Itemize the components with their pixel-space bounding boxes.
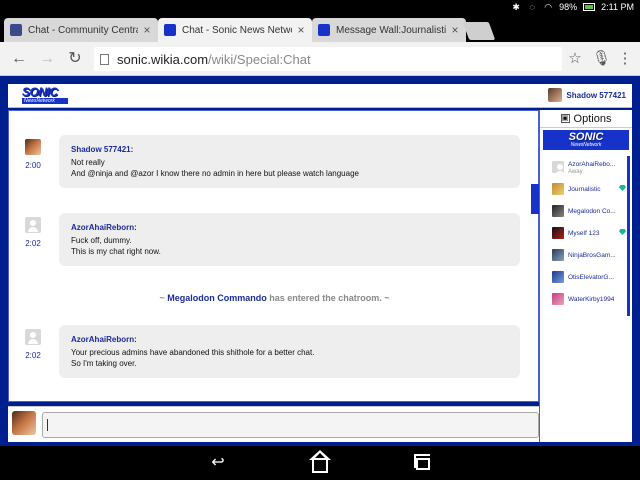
wiki-header: SONIC NewsNetwork Shadow 577421 <box>8 84 632 108</box>
user-list: AzorAhaiRebo... Away Journalistic Megalo… <box>540 156 632 310</box>
system-navigation-bar: ↩ <box>0 446 640 480</box>
list-item[interactable]: Journalistic <box>540 178 632 200</box>
away-status: Away <box>568 169 583 175</box>
tab-title: Chat - Community Central - V <box>28 24 138 36</box>
message-time: 2:02 <box>25 351 41 360</box>
list-item[interactable]: NinjaBrosGam... <box>540 244 632 266</box>
list-item[interactable]: AzorAhaiRebo... Away <box>540 156 632 178</box>
message-time: 2:02 <box>25 239 41 248</box>
options-icon: ▣ <box>560 114 570 123</box>
text-caret <box>47 419 48 431</box>
current-user[interactable]: Shadow 577421 <box>548 88 626 102</box>
microphone-icon[interactable]: 🎙 <box>592 50 611 68</box>
message-time: 2:00 <box>25 161 41 170</box>
status-bar: ✱ ◌ ◠ 98% 2:11 PM <box>0 0 640 16</box>
chat-message-input[interactable] <box>42 412 539 438</box>
recent-apps-icon[interactable] <box>414 454 430 470</box>
page-info-icon[interactable] <box>100 53 109 65</box>
current-user-name: Shadow 577421 <box>566 90 626 100</box>
clock: 2:11 PM <box>601 2 634 12</box>
tab-title: Message Wall:Journalistic - <box>336 24 446 36</box>
menu-dots-icon[interactable]: ⋮ <box>616 50 634 68</box>
back-arrow-icon[interactable]: ← <box>10 50 28 68</box>
join-notice: ~ Megalodon Commando has entered the cha… <box>159 293 390 303</box>
wifi-icon: ◠ <box>544 2 553 12</box>
message-author[interactable]: Shadow 577421: <box>71 144 508 155</box>
sonic-news-network-logo[interactable]: SONIC NewsNetwork <box>22 86 68 105</box>
forward-arrow-icon[interactable]: → <box>38 50 56 68</box>
avatar <box>552 249 564 261</box>
options-button[interactable]: ▣ Options <box>540 110 632 128</box>
tab-title: Chat - Sonic News Network <box>182 24 292 36</box>
battery-percent: 98% <box>559 2 578 12</box>
list-item[interactable]: OtisElevatorG... <box>540 266 632 288</box>
avatar <box>552 227 564 239</box>
fandom-favicon-icon <box>10 24 22 36</box>
url-host: sonic.wikia.com <box>117 51 209 67</box>
avatar <box>12 411 36 435</box>
bluetooth-icon: ✱ <box>512 2 520 12</box>
tab-sonic-news-network[interactable]: Chat - Sonic News Network × <box>158 18 312 42</box>
avatar <box>552 183 564 195</box>
chat-scroll-indicator[interactable] <box>531 184 539 214</box>
user-avatar <box>548 88 563 102</box>
message-bubble: AzorAhaiReborn: Fuck off, dummy. This is… <box>59 213 520 266</box>
message-author[interactable]: AzorAhaiReborn: <box>71 222 508 233</box>
wikia-favicon-icon <box>318 24 330 36</box>
tab-community-central[interactable]: Chat - Community Central - V × <box>4 18 158 42</box>
list-item[interactable]: WaterKirby1994 <box>540 288 632 310</box>
message-text: Not really <box>71 158 105 167</box>
url-field[interactable]: sonic.wikia.com/wiki/Special:Chat <box>94 47 562 71</box>
joined-user-name[interactable]: Megalodon Commando <box>167 293 267 303</box>
status-icons: ✱ ◌ ◠ 98% 2:11 PM <box>511 2 634 12</box>
message-text: This is my chat right now. <box>71 247 161 256</box>
chat-page: SONIC NewsNetwork Shadow 577421 2:00 Sha… <box>0 76 640 446</box>
tab-message-wall[interactable]: Message Wall:Journalistic - × <box>312 18 466 42</box>
list-item[interactable]: Megalodon Co... <box>540 200 632 222</box>
list-item[interactable]: Myself 123 <box>540 222 632 244</box>
close-tab-icon[interactable]: × <box>142 23 152 37</box>
home-nav-icon[interactable] <box>309 450 331 473</box>
address-toolbar: ← → ↻ sonic.wikia.com/wiki/Special:Chat … <box>0 42 640 76</box>
message-text: Fuck off, dummy. <box>71 236 132 245</box>
message-text: And @ninja and @azor I know there no adm… <box>71 169 359 178</box>
sidebar-logo: SONIC NewsNetwork <box>543 130 629 150</box>
avatar[interactable] <box>25 217 41 233</box>
close-tab-icon[interactable]: × <box>450 23 460 37</box>
wikia-favicon-icon <box>164 24 176 36</box>
new-tab-button[interactable] <box>462 22 496 40</box>
browser-tab-bar: Chat - Community Central - V × Chat - So… <box>0 16 640 42</box>
message-bubble: Shadow 577421: Not really And @ninja and… <box>59 135 520 188</box>
screen: ✱ ◌ ◠ 98% 2:11 PM Chat - Community Centr… <box>0 0 640 480</box>
avatar[interactable] <box>25 139 41 155</box>
close-tab-icon[interactable]: × <box>296 23 306 37</box>
chat-messages: 2:00 Shadow 577421: Not really And @ninj… <box>8 110 539 402</box>
avatar[interactable] <box>25 329 41 345</box>
bookmark-star-icon[interactable]: ☆ <box>566 50 584 68</box>
url-path: /wiki/Special:Chat <box>208 51 311 67</box>
message-author[interactable]: AzorAhaiReborn: <box>71 334 508 345</box>
mute-icon: ◌ <box>529 2 535 12</box>
avatar <box>552 205 564 217</box>
back-nav-icon[interactable]: ↩ <box>208 454 228 472</box>
avatar <box>552 161 565 176</box>
sidebar-scrollbar[interactable] <box>627 156 630 316</box>
message-text: So I'm taking over. <box>71 359 137 368</box>
message-bubble: AzorAhaiReborn: Your precious admins hav… <box>59 325 520 378</box>
avatar <box>552 271 564 283</box>
reload-icon[interactable]: ↻ <box>66 50 84 68</box>
avatar <box>552 293 564 305</box>
battery-icon <box>583 3 596 11</box>
chat-input-row <box>8 406 539 442</box>
user-list-sidebar: ▣ Options SONIC NewsNetwork AzorAhaiRebo… <box>539 110 632 442</box>
message-text: Your precious admins have abandoned this… <box>71 348 315 357</box>
